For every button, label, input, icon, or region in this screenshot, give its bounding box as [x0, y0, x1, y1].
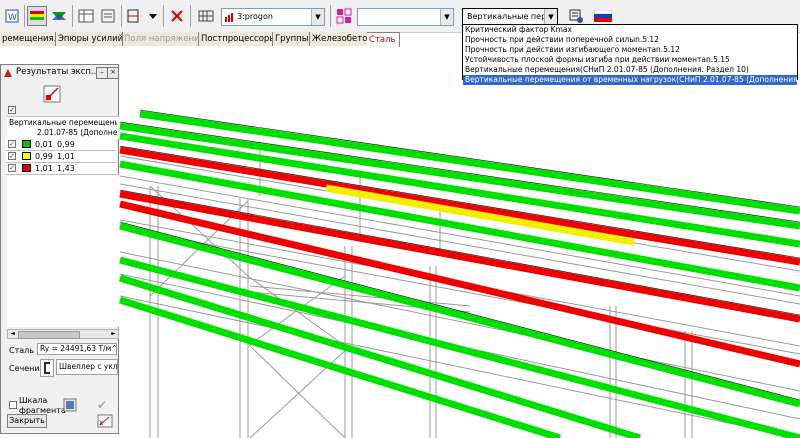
- color-swatch[interactable]: [22, 140, 31, 148]
- panel-close-button[interactable]: ×: [107, 67, 119, 79]
- dropdown-item[interactable]: Прочность при действии поперечной силыn.…: [463, 35, 797, 45]
- range-from: 0,01: [35, 140, 53, 149]
- section-value-field[interactable]: Швеллер с укл: [56, 359, 118, 375]
- word-export-icon[interactable]: W: [2, 6, 22, 26]
- legend-row[interactable]: ✓ 0,01 0,99: [6, 139, 116, 151]
- dropdown-arrow-icon[interactable]: [143, 6, 163, 26]
- purlin-red-1: [119, 146, 800, 266]
- results-panel: Результаты эксп... – × ✓ Вертикальные пе…: [0, 64, 119, 434]
- color-swatch[interactable]: [22, 152, 31, 160]
- dropdown-item[interactable]: Устойчивость плоской формы изгиба при де…: [463, 55, 797, 65]
- panel-app-icon: [3, 68, 13, 80]
- tab-stress-fields[interactable]: Поля напряжений: [122, 32, 199, 46]
- range-from: 1,01: [35, 164, 53, 173]
- range-to: 0,99: [57, 140, 75, 149]
- result-type-dropdown-list: Критический фактор Kmax Прочность при де…: [462, 24, 798, 85]
- apply-check-icon[interactable]: ✔: [97, 398, 111, 412]
- purlin-green-1: [139, 110, 800, 215]
- tab-postprocessors[interactable]: Постпроцессоры: [199, 32, 273, 46]
- tab-displacements[interactable]: ремещения...: [0, 32, 56, 46]
- print-table-icon[interactable]: [98, 6, 118, 26]
- channel-section-icon: [40, 359, 54, 377]
- legend-title-line2: 2.01.07-85 (Дополне: [37, 128, 117, 137]
- section-selector-icon[interactable]: [124, 6, 144, 26]
- export-results-icon[interactable]: X: [97, 414, 113, 428]
- filter-icon[interactable]: [334, 6, 354, 26]
- scale-fragment-checkbox[interactable]: [9, 401, 17, 409]
- group-combo-value: 3:progon: [237, 12, 273, 21]
- color-scale-icon[interactable]: [27, 6, 47, 26]
- dropdown-item[interactable]: Прочность при действии изгибающего момен…: [463, 45, 797, 55]
- close-x-icon[interactable]: [167, 6, 187, 26]
- row-checkbox[interactable]: ✓: [8, 152, 16, 160]
- scroll-right-icon[interactable]: ►: [109, 330, 118, 338]
- svg-text:W: W: [8, 13, 17, 23]
- table-icon[interactable]: [76, 6, 96, 26]
- dropdown-item[interactable]: Критический фактор Kmax: [463, 25, 797, 35]
- chevron-down-icon[interactable]: ▼: [311, 9, 324, 25]
- group-combo[interactable]: 3:progon ▼: [221, 8, 325, 26]
- row-checkbox[interactable]: ✓: [8, 164, 16, 172]
- steel-value-field[interactable]: Ry = 24491,63 Т/м^2;: [37, 343, 117, 355]
- empty-combo[interactable]: ▼: [357, 8, 454, 26]
- scale-settings-icon[interactable]: [566, 6, 586, 26]
- scroll-thumb[interactable]: [18, 331, 80, 339]
- model-viewport[interactable]: [0, 46, 800, 438]
- svg-text:X: X: [99, 420, 103, 427]
- tab-groups[interactable]: Группы: [273, 32, 310, 46]
- tab-force-diagrams[interactable]: Эпюры усилий: [56, 32, 123, 46]
- steel-label: Сталь: [9, 346, 34, 355]
- result-flags-icon[interactable]: [49, 6, 69, 26]
- legend-empty-area: [7, 175, 119, 327]
- chevron-down-icon[interactable]: ▼: [544, 9, 557, 25]
- close-button[interactable]: Закрыть: [7, 414, 47, 428]
- dropdown-item[interactable]: Вертикальные перемещения(СНиП 2.01.07-85…: [463, 65, 797, 75]
- tab-steel[interactable]: Сталь: [367, 32, 400, 47]
- legend-title-line1: Вертикальные перемещения с: [9, 118, 117, 127]
- chevron-down-icon[interactable]: ▼: [440, 9, 453, 25]
- dropdown-item-selected[interactable]: Вертикальные перемещения от временных на…: [463, 75, 797, 85]
- language-flag-icon[interactable]: [593, 6, 613, 26]
- range-to: 1,01: [57, 152, 75, 161]
- tab-strip: ремещения... Эпюры усилий Поля напряжени…: [0, 32, 400, 47]
- color-swatch[interactable]: [22, 164, 31, 172]
- fragment-settings-icon[interactable]: [63, 398, 77, 412]
- scale-label-1: Шкала: [19, 396, 48, 405]
- horizontal-scrollbar[interactable]: ◄ ►: [7, 329, 119, 339]
- tab-reinforced-concrete[interactable]: Железобетон: [310, 32, 368, 46]
- range-to: 1,43: [57, 164, 75, 173]
- bar-chart-icon: [225, 13, 233, 22]
- legend-checkbox[interactable]: ✓: [8, 106, 16, 114]
- grid-frame-icon[interactable]: [196, 6, 216, 26]
- legend-row[interactable]: ✓ 1,01 1,43: [6, 163, 116, 175]
- legend-header: Вертикальные перемещения с 2.01.07-85 (Д…: [7, 116, 119, 139]
- legend-row[interactable]: ✓ 0,99 1,01: [6, 151, 116, 163]
- range-from: 0,99: [35, 152, 53, 161]
- panel-title: Результаты эксп...: [16, 67, 100, 77]
- row-checkbox[interactable]: ✓: [8, 140, 16, 148]
- scroll-left-icon[interactable]: ◄: [8, 330, 17, 338]
- legend-edit-icon[interactable]: [43, 85, 61, 103]
